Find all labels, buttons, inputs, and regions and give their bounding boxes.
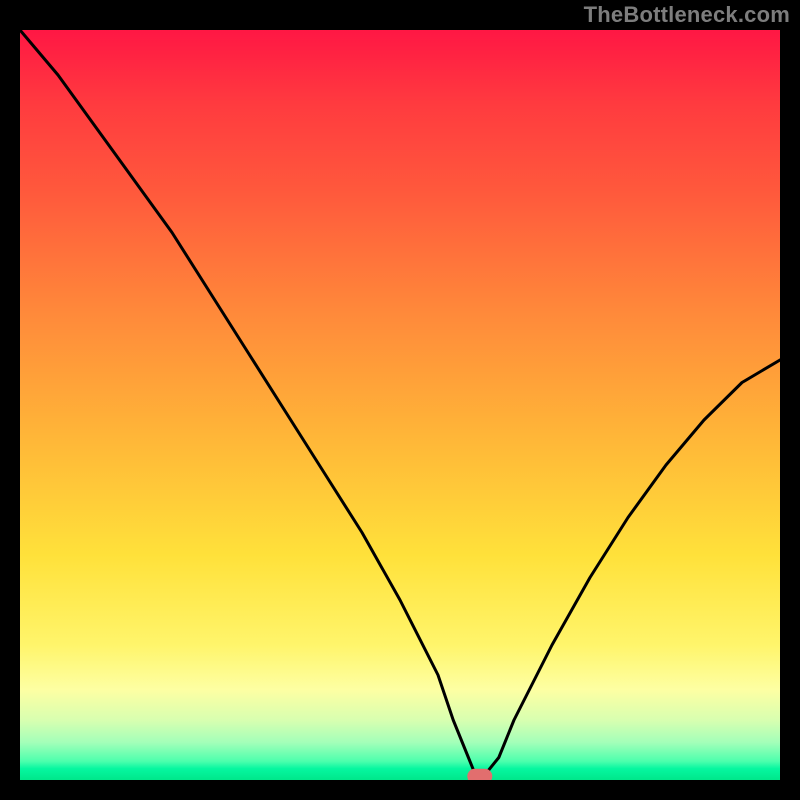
chart-frame: TheBottleneck.com — [0, 0, 800, 800]
plot-area — [20, 30, 780, 780]
watermark-text: TheBottleneck.com — [584, 2, 790, 28]
bottleneck-curve-svg — [20, 30, 780, 780]
bottleneck-curve — [20, 30, 780, 776]
optimum-marker — [468, 769, 492, 780]
